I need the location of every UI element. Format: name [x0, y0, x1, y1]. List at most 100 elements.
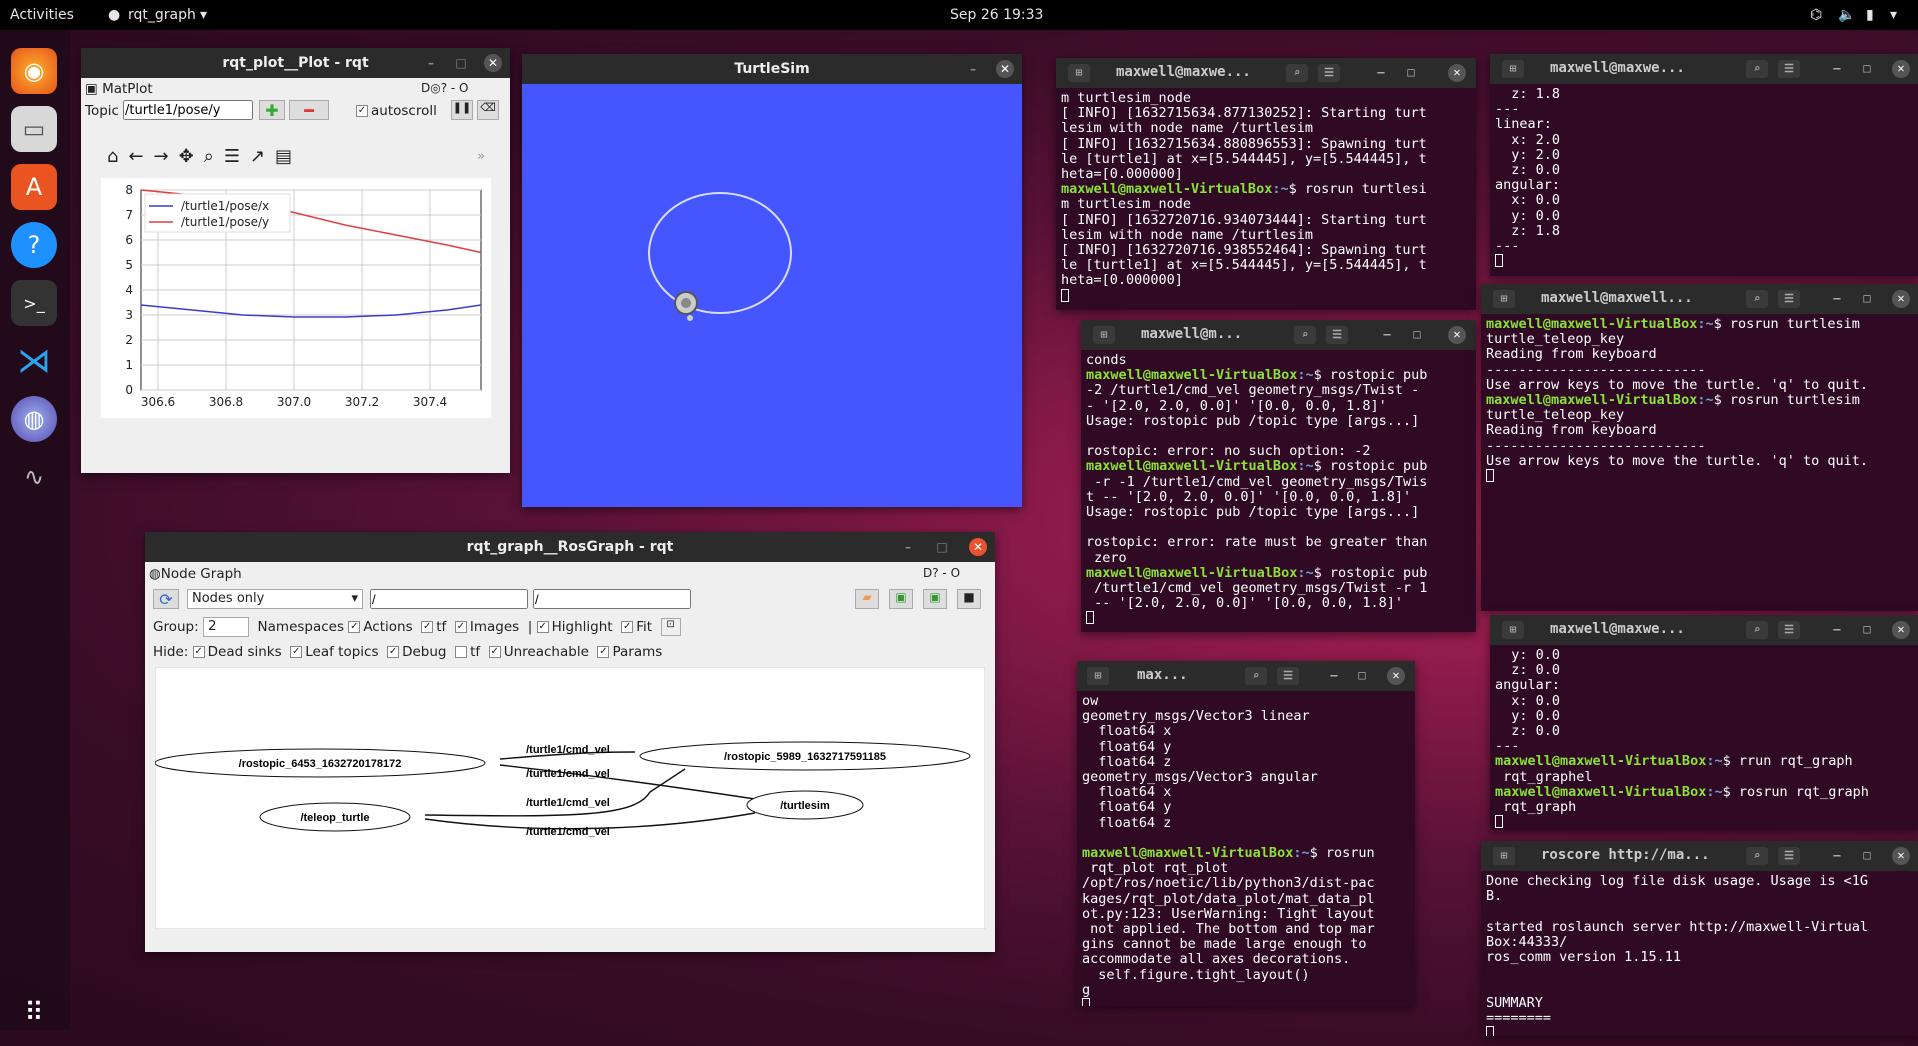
search-icon[interactable]: ⌕: [1294, 326, 1316, 344]
plugin-controls[interactable]: D◎? - O: [421, 81, 468, 95]
new-tab-icon[interactable]: ⊞: [1068, 64, 1090, 82]
minimize-icon[interactable]: –: [1372, 64, 1390, 82]
menu-icon[interactable]: ☰: [1778, 847, 1800, 865]
more-icon[interactable]: »: [477, 148, 485, 164]
close-icon[interactable]: ✕: [1892, 290, 1910, 308]
save-icon[interactable]: ▤: [275, 146, 302, 167]
unreachable-checkbox[interactable]: ✓: [488, 646, 501, 658]
new-tab-icon[interactable]: ⊞: [1502, 60, 1524, 78]
search-icon[interactable]: ⌕: [1286, 64, 1308, 82]
minimize-icon[interactable]: –: [1378, 326, 1396, 344]
search-icon[interactable]: ⌕: [1746, 621, 1768, 639]
minimize-icon[interactable]: –: [422, 54, 440, 72]
search-icon[interactable]: ⌕: [1746, 290, 1768, 308]
close-icon[interactable]: ✕: [1448, 326, 1466, 344]
maximize-icon[interactable]: □: [1408, 326, 1426, 344]
menu-icon[interactable]: ☰: [1326, 326, 1348, 344]
save-svg-icon[interactable]: ▣: [923, 589, 947, 609]
close-icon[interactable]: ✕: [1892, 847, 1910, 865]
chevron-down-icon[interactable]: ▾: [1890, 7, 1897, 23]
clock[interactable]: Sep 26 19:33: [950, 7, 1043, 23]
leaf-topics-checkbox[interactable]: ✓: [290, 646, 303, 658]
maximize-icon[interactable]: □: [1858, 621, 1876, 639]
plugin-controls[interactable]: D? - O: [923, 566, 960, 580]
close-icon[interactable]: ✕: [484, 54, 502, 72]
dead-sinks-checkbox[interactable]: ✓: [192, 646, 205, 658]
maximize-icon[interactable]: □: [1353, 667, 1371, 685]
axes-icon[interactable]: ↗: [250, 146, 275, 167]
hide-tf-checkbox[interactable]: [455, 646, 468, 658]
refresh-button[interactable]: ⟳: [153, 589, 179, 609]
home-icon[interactable]: ⌂: [107, 146, 128, 167]
menu-icon[interactable]: ☰: [1277, 667, 1299, 685]
images-checkbox[interactable]: ✓: [454, 621, 467, 633]
namespaces-checkbox[interactable]: ✓: [348, 621, 361, 633]
menu-icon[interactable]: ☰: [1778, 621, 1800, 639]
group-spinbox[interactable]: 2: [202, 617, 249, 637]
add-topic-button[interactable]: ✚: [259, 100, 285, 120]
close-icon[interactable]: ✕: [996, 60, 1014, 78]
terminal-output[interactable]: maxwell@maxwell-VirtualBox:~$ rosrun tur…: [1481, 314, 1918, 489]
new-tab-icon[interactable]: ⊞: [1493, 847, 1515, 865]
maximize-icon[interactable]: □: [1858, 847, 1876, 865]
files-icon[interactable]: ▭: [11, 106, 57, 152]
close-icon[interactable]: ✕: [969, 538, 987, 556]
fit-checkbox[interactable]: ✓: [621, 621, 634, 633]
topic-input[interactable]: [123, 100, 253, 120]
mode-dropdown[interactable]: Nodes only ▾: [187, 589, 363, 609]
remove-topic-button[interactable]: ━: [289, 100, 329, 120]
save-image-icon[interactable]: ■: [957, 589, 981, 609]
highlight-checkbox[interactable]: ✓: [536, 621, 549, 633]
zoom-icon[interactable]: ⌕: [204, 146, 224, 167]
battery-icon[interactable]: ▮: [1866, 7, 1874, 23]
search-icon[interactable]: ⌕: [1746, 60, 1768, 78]
vscode-icon[interactable]: ⋊: [11, 338, 57, 384]
minimize-icon[interactable]: –: [899, 538, 917, 556]
menu-icon[interactable]: ☰: [1778, 60, 1800, 78]
minimize-icon[interactable]: –: [1828, 847, 1846, 865]
rqt-icon[interactable]: ◍: [11, 396, 57, 442]
search-icon[interactable]: ⌕: [1245, 667, 1267, 685]
minimize-icon[interactable]: –: [964, 60, 982, 78]
configure-icon[interactable]: ☰: [224, 146, 250, 167]
app-menu[interactable]: rqt_graph: [128, 7, 196, 23]
minimize-icon[interactable]: –: [1828, 60, 1846, 78]
close-icon[interactable]: ✕: [1448, 64, 1466, 82]
minimize-icon[interactable]: –: [1828, 621, 1846, 639]
terminal-output[interactable]: conds maxwell@maxwell-VirtualBox:~$ rosto…: [1081, 350, 1476, 632]
maximize-icon[interactable]: □: [1858, 60, 1876, 78]
node-filter-input[interactable]: [370, 589, 528, 609]
new-tab-icon[interactable]: ⊞: [1493, 290, 1515, 308]
close-icon[interactable]: ✕: [1892, 621, 1910, 639]
terminal-output[interactable]: y: 0.0 z: 0.0 angular: x: 0.0 y: 0.0 z: 0…: [1490, 645, 1918, 830]
terminal-output[interactable]: z: 1.8 --- linear: x: 2.0 y: 2.0 z: 0.0 ang…: [1490, 84, 1918, 274]
menu-icon[interactable]: ☰: [1318, 64, 1340, 82]
new-tab-icon[interactable]: ⊞: [1502, 621, 1524, 639]
activities-button[interactable]: Activities: [10, 7, 74, 23]
network-icon[interactable]: ⌬: [1810, 7, 1822, 23]
pan-icon[interactable]: ✥: [179, 146, 204, 167]
open-icon[interactable]: ▰: [855, 589, 879, 609]
close-icon[interactable]: ✕: [1892, 60, 1910, 78]
search-icon[interactable]: ⌕: [1746, 847, 1768, 865]
monitor-icon[interactable]: ∿: [11, 454, 57, 500]
new-tab-icon[interactable]: ⊞: [1087, 667, 1109, 685]
software-icon[interactable]: A: [11, 164, 57, 210]
maximize-icon[interactable]: □: [933, 538, 951, 556]
terminal-output[interactable]: Done checking log file disk usage. Usage…: [1481, 871, 1918, 1036]
maximize-icon[interactable]: □: [452, 54, 470, 72]
debug-checkbox[interactable]: ✓: [387, 646, 400, 658]
close-icon[interactable]: ✕: [1387, 667, 1405, 685]
firefox-icon[interactable]: ◉: [11, 48, 57, 94]
minimize-icon[interactable]: –: [1828, 290, 1846, 308]
forward-icon[interactable]: →: [154, 146, 179, 167]
help-icon[interactable]: ?: [11, 222, 57, 268]
terminal-output[interactable]: ow geometry_msgs/Vector3 linear float64 x…: [1077, 691, 1415, 1006]
save-dot-icon[interactable]: ▣: [889, 589, 913, 609]
back-icon[interactable]: ←: [128, 146, 153, 167]
clear-button[interactable]: ⌫: [477, 100, 499, 120]
new-tab-icon[interactable]: ⊞: [1093, 326, 1115, 344]
apps-grid-icon[interactable]: ⠿: [11, 990, 57, 1036]
terminal-icon[interactable]: >_: [11, 280, 57, 326]
menu-icon[interactable]: ☰: [1778, 290, 1800, 308]
